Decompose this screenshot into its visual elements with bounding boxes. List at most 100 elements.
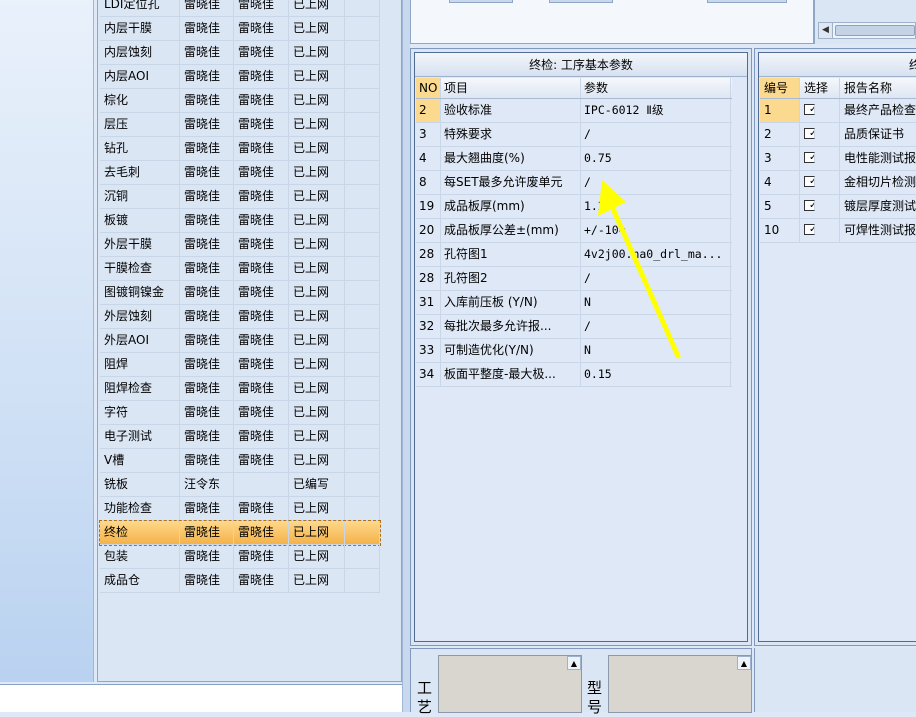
param-no: 20	[416, 219, 441, 242]
process-row[interactable]: 沉铜 雷晓佳 雷晓佳 已上网	[100, 185, 380, 209]
process-extra-cell	[345, 137, 380, 160]
process-extra-cell	[345, 257, 380, 280]
process-status: 已编写	[289, 473, 345, 496]
col-header-report-name[interactable]: 报告名称	[840, 78, 916, 98]
scroll-thumb[interactable]	[835, 25, 915, 36]
process-row[interactable]: 成品仓 雷晓佳 雷晓佳 已上网	[100, 569, 380, 593]
col-header-no[interactable]: NO	[416, 78, 441, 98]
param-no: 28	[416, 267, 441, 290]
process-row[interactable]: 棕化 雷晓佳 雷晓佳 已上网	[100, 89, 380, 113]
param-row[interactable]: 8 每SET最多允许废单元 /	[416, 171, 732, 195]
param-row[interactable]: 34 板面平整度-最大极... 0.15	[416, 363, 732, 387]
process-name: 外层蚀刻	[100, 305, 180, 328]
param-row[interactable]: 32 每批次最多允许报... /	[416, 315, 732, 339]
process-name: 去毛刺	[100, 161, 180, 184]
process-checker: 雷晓佳	[234, 521, 289, 544]
process-status: 已上网	[289, 569, 345, 592]
process-row[interactable]: 图镀铜镍金 雷晓佳 雷晓佳 已上网	[100, 281, 380, 305]
param-row[interactable]: 4 最大翘曲度(%) 0.75	[416, 147, 732, 171]
param-no: 4	[416, 147, 441, 170]
param-row[interactable]: 2 验收标准 IPC-6012 Ⅱ级	[416, 99, 732, 123]
process-row[interactable]: 铣板 汪令东 已编写	[100, 473, 380, 497]
param-item: 孔符图2	[441, 267, 581, 290]
report-row[interactable]: 3 ✓ 电性能测试报	[760, 147, 916, 171]
process-checker: 雷晓佳	[234, 545, 289, 568]
process-row[interactable]: 钻孔 雷晓佳 雷晓佳 已上网	[100, 137, 380, 161]
process-row[interactable]: V槽 雷晓佳 雷晓佳 已上网	[100, 449, 380, 473]
process-row[interactable]: 字符 雷晓佳 雷晓佳 已上网	[100, 401, 380, 425]
process-row[interactable]: 内层干膜 雷晓佳 雷晓佳 已上网	[100, 17, 380, 41]
param-value: 0.75	[581, 147, 731, 170]
param-row[interactable]: 19 成品板厚(mm) 1.2	[416, 195, 732, 219]
process-row[interactable]: 包装 雷晓佳 雷晓佳 已上网	[100, 545, 380, 569]
process-maker: 汪令东	[180, 473, 234, 496]
panel-splitter[interactable]	[402, 0, 410, 712]
report-checkbox[interactable]: ✓	[804, 224, 815, 235]
top-button-1[interactable]	[449, 0, 513, 3]
process-row[interactable]: 阻焊 雷晓佳 雷晓佳 已上网	[100, 353, 380, 377]
report-row[interactable]: 5 ✓ 镀层厚度测试	[760, 195, 916, 219]
process-row[interactable]: 内层蚀刻 雷晓佳 雷晓佳 已上网	[100, 41, 380, 65]
process-row[interactable]: 终检 雷晓佳 雷晓佳 已上网	[99, 520, 381, 546]
process-name: 铣板	[100, 473, 180, 496]
process-row[interactable]: 外层蚀刻 雷晓佳 雷晓佳 已上网	[100, 305, 380, 329]
report-checkbox[interactable]: ✓	[804, 176, 815, 187]
process-extra-cell	[345, 497, 380, 520]
param-row[interactable]: 28 孔符图2/	[416, 267, 732, 291]
report-table-header: 编号 选择 报告名称	[760, 78, 916, 99]
process-row[interactable]: 板镀 雷晓佳 雷晓佳 已上网	[100, 209, 380, 233]
process-name: 外层干膜	[100, 233, 180, 256]
scroll-left-icon[interactable]: ◀	[819, 23, 833, 38]
process-checker: 雷晓佳	[234, 89, 289, 112]
report-row[interactable]: 1 ✓ 最终产品检查	[760, 99, 916, 123]
process-maker: 雷晓佳	[180, 257, 234, 280]
process-row[interactable]: 内层AOI 雷晓佳 雷晓佳 已上网	[100, 65, 380, 89]
report-checkbox[interactable]: ✓	[804, 200, 815, 211]
process-row[interactable]: 层压 雷晓佳 雷晓佳 已上网	[100, 113, 380, 137]
process-row[interactable]: 外层AOI 雷晓佳 雷晓佳 已上网	[100, 329, 380, 353]
report-row[interactable]: 4 ✓ 金相切片检测	[760, 171, 916, 195]
process-checker: 雷晓佳	[234, 401, 289, 424]
param-item: 板面平整度-最大极...	[441, 363, 581, 386]
process-row[interactable]: 去毛刺 雷晓佳 雷晓佳 已上网	[100, 161, 380, 185]
process-name: 层压	[100, 113, 180, 136]
report-checkbox[interactable]: ✓	[804, 152, 815, 163]
process-row[interactable]: 外层干膜 雷晓佳 雷晓佳 已上网	[100, 233, 380, 257]
process-extra-cell	[345, 281, 380, 304]
process-extra-cell	[345, 521, 380, 544]
col-header-id[interactable]: 编号	[760, 78, 800, 98]
craft-textbox[interactable]: ▲	[438, 655, 582, 713]
process-row[interactable]: 电子测试 雷晓佳 雷晓佳 已上网	[100, 425, 380, 449]
param-row[interactable]: 20 成品板厚公差±(mm) +/-10%	[416, 219, 732, 243]
report-checkbox[interactable]: ✓	[804, 128, 815, 139]
process-row[interactable]: 阻焊检查 雷晓佳 雷晓佳 已上网	[100, 377, 380, 401]
model-textbox[interactable]: ▲	[608, 655, 752, 713]
process-row[interactable]: LDI定位孔 雷晓佳 雷晓佳 已上网	[100, 0, 380, 17]
param-row[interactable]: 28 孔符图1 4v2j00.na0_drl_ma...	[416, 243, 732, 267]
report-checkbox[interactable]: ✓	[804, 104, 815, 115]
report-row[interactable]: 10 ✓ 可焊性测试报	[760, 219, 916, 243]
report-id: 4	[760, 171, 800, 194]
top-button-3[interactable]	[707, 0, 787, 3]
report-row[interactable]: 2 ✓ 品质保证书	[760, 123, 916, 147]
col-header-select[interactable]: 选择	[800, 78, 840, 98]
process-maker: 雷晓佳	[180, 425, 234, 448]
param-row[interactable]: 31 入库前压板 (Y/N) N	[416, 291, 732, 315]
col-header-value[interactable]: 参数	[581, 78, 731, 98]
scroll-up-icon[interactable]: ▲	[737, 656, 751, 670]
process-checker: 雷晓佳	[234, 329, 289, 352]
param-no: 34	[416, 363, 441, 386]
col-header-item[interactable]: 项目	[441, 78, 581, 98]
process-row[interactable]: 功能检查 雷晓佳 雷晓佳 已上网	[100, 497, 380, 521]
process-row[interactable]: 干膜检查 雷晓佳 雷晓佳 已上网	[100, 257, 380, 281]
scroll-up-icon[interactable]: ▲	[567, 656, 581, 670]
param-table-header: NO 项目 参数	[416, 78, 732, 99]
horizontal-scrollbar[interactable]: ◀	[818, 22, 916, 39]
report-name: 可焊性测试报	[844, 223, 916, 237]
report-id: 2	[760, 123, 800, 146]
process-checker: 雷晓佳	[234, 161, 289, 184]
param-row[interactable]: 3 特殊要求 /	[416, 123, 732, 147]
param-value: N	[581, 291, 731, 314]
top-button-2[interactable]	[549, 0, 613, 3]
param-row[interactable]: 33 可制造优化(Y/N) N	[416, 339, 732, 363]
